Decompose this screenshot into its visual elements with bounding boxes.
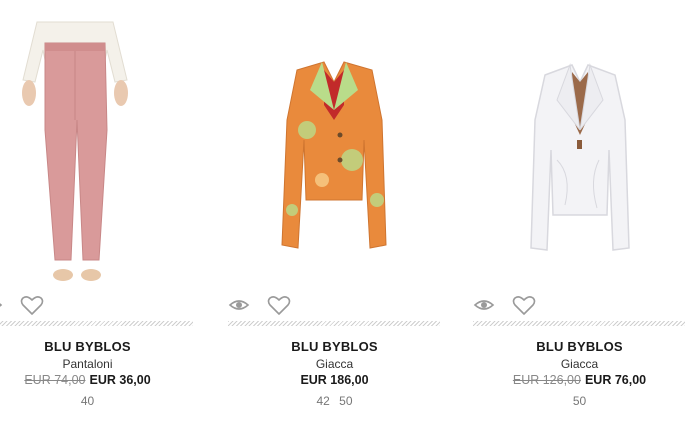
eye-icon[interactable] — [0, 292, 3, 318]
old-price: EUR 74,00 — [24, 373, 86, 387]
product-prices: EUR 126,00 EUR 76,00 — [457, 373, 691, 387]
white-jacket-image — [530, 63, 630, 251]
product-actions — [473, 292, 593, 318]
current-price: EUR 76,00 — [584, 373, 647, 387]
product-actions — [0, 292, 101, 318]
product-image-floral-jacket[interactable] — [232, 10, 437, 285]
divider — [473, 321, 685, 326]
divider — [0, 321, 193, 326]
product-actions — [228, 292, 348, 318]
product-category: Pantaloni — [62, 357, 113, 371]
product-image-white-jacket[interactable] — [477, 10, 682, 285]
heart-icon[interactable] — [511, 292, 537, 318]
current-price: EUR 186,00 — [300, 373, 369, 387]
product-card[interactable]: BLU BYBLOS Giacca EUR 186,00 42 50 — [212, 0, 457, 424]
product-card[interactable]: BLU BYBLOS Giacca EUR 126,00 EUR 76,00 50 — [457, 0, 691, 424]
eye-icon[interactable] — [473, 292, 495, 318]
floral-jacket-image — [281, 61, 387, 249]
product-prices: EUR 186,00 — [212, 373, 457, 387]
product-brand[interactable]: BLU BYBLOS — [0, 339, 210, 354]
product-card[interactable]: BLU BYBLOS Pantaloni EUR 74,00 EUR 36,00 … — [0, 0, 210, 424]
product-image-pink-trousers[interactable] — [0, 10, 190, 285]
product-sizes: 50 — [572, 394, 587, 408]
eye-icon[interactable] — [228, 292, 250, 318]
product-category: Giacca — [560, 357, 599, 371]
product-brand[interactable]: BLU BYBLOS — [212, 339, 457, 354]
product-brand[interactable]: BLU BYBLOS — [457, 339, 691, 354]
heart-icon[interactable] — [266, 292, 292, 318]
product-sizes: 42 50 — [316, 394, 353, 408]
current-price: EUR 36,00 — [89, 373, 151, 387]
product-sizes: 40 — [80, 394, 95, 408]
product-grid: BLU BYBLOS Pantaloni EUR 74,00 EUR 36,00 … — [0, 0, 691, 424]
heart-icon[interactable] — [19, 292, 45, 318]
product-prices: EUR 74,00 EUR 36,00 — [0, 373, 210, 387]
product-category: Giacca — [315, 357, 354, 371]
pink-trousers-image — [22, 21, 128, 281]
old-price: EUR 126,00 — [512, 373, 581, 387]
divider — [228, 321, 440, 326]
